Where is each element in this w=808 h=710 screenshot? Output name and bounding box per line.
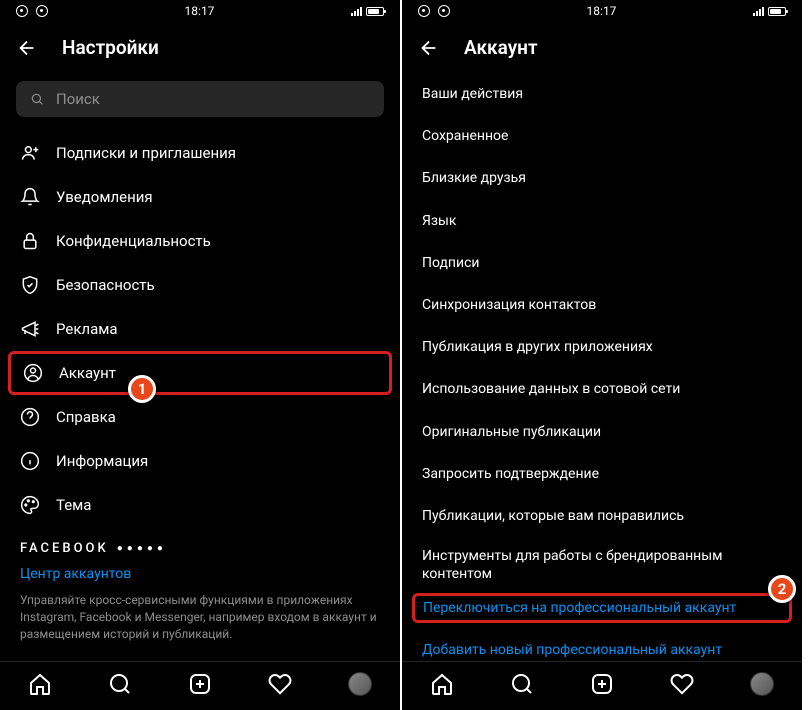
settings-item-label: Тема — [56, 496, 91, 514]
settings-item-label: Подписки и приглашения — [56, 144, 236, 162]
back-button[interactable] — [418, 37, 440, 59]
settings-item-label: Аккаунт — [59, 364, 116, 382]
account-item-sharing[interactable]: Публикация в других приложениях — [402, 326, 802, 368]
settings-item-info[interactable]: Информация — [0, 439, 400, 483]
status-time: 18:17 — [587, 4, 617, 18]
whatsapp-small-icon: ● — [147, 543, 153, 554]
settings-item-notifications[interactable]: Уведомления — [0, 175, 400, 219]
battery-icon — [366, 7, 384, 16]
status-bar: 18:17 — [0, 0, 400, 22]
header: Аккаунт — [402, 22, 802, 73]
nav-heart-icon[interactable] — [670, 672, 694, 696]
settings-item-label: Безопасность — [56, 276, 155, 294]
nav-search-icon[interactable] — [108, 672, 132, 696]
messenger-small-icon: ● — [127, 543, 133, 554]
settings-item-privacy[interactable]: Конфиденциальность — [0, 219, 400, 263]
search-icon — [30, 92, 44, 106]
bell-icon — [20, 187, 40, 207]
account-item-close-friends[interactable]: Близкие друзья — [402, 157, 802, 199]
viber-icon — [36, 5, 48, 17]
nav-home-icon[interactable] — [430, 672, 454, 696]
nav-profile-avatar[interactable] — [750, 672, 774, 696]
signal-icon — [753, 6, 764, 16]
account-item-activity[interactable]: Ваши действия — [402, 73, 802, 115]
shield-icon — [20, 275, 40, 295]
account-item-branded-content[interactable]: Инструменты для работы с брендированным … — [402, 537, 802, 593]
signal-icon — [351, 6, 362, 16]
nav-profile-avatar[interactable] — [348, 672, 372, 696]
back-button[interactable] — [16, 37, 38, 59]
account-screen: 18:17 Аккаунт Ваши действия Сохраненное … — [402, 0, 802, 710]
settings-item-label: Справка — [56, 408, 116, 426]
account-item-captions[interactable]: Подписи — [402, 242, 802, 284]
account-item-cellular-data[interactable]: Использование данных в сотовой сети — [402, 368, 802, 410]
footer-description: Управляйте кросс-сервисными функциями в … — [20, 592, 380, 642]
account-item-contact-sync[interactable]: Синхронизация контактов — [402, 284, 802, 326]
settings-item-ads[interactable]: Реклама — [0, 307, 400, 351]
settings-item-account[interactable]: Аккаунт — [8, 351, 392, 395]
page-title: Настройки — [62, 36, 159, 59]
account-item-liked-posts[interactable]: Публикации, которые вам понравились — [402, 495, 802, 537]
account-item-language[interactable]: Язык — [402, 200, 802, 242]
battery-icon — [768, 7, 786, 16]
search-placeholder: Поиск — [56, 90, 100, 108]
facebook-brand: FACEBOOK ● ● ● ● ● — [20, 541, 380, 556]
account-item-switch-pro[interactable]: Переключиться на профессиональный аккаун… — [412, 593, 792, 623]
nav-home-icon[interactable] — [28, 672, 52, 696]
person-plus-icon — [20, 143, 40, 163]
annotation-marker-1: 1 — [128, 375, 156, 403]
settings-item-label: Реклама — [56, 320, 118, 338]
settings-item-label: Конфиденциальность — [56, 232, 211, 250]
viber-icon — [438, 5, 450, 17]
header: Настройки — [0, 22, 400, 73]
search-input[interactable]: Поиск — [16, 81, 384, 117]
facebook-small-icon: ● — [117, 543, 123, 554]
palette-icon — [20, 495, 40, 515]
nav-add-icon[interactable] — [590, 672, 614, 696]
nav-search-icon[interactable] — [510, 672, 534, 696]
bottom-nav — [402, 661, 802, 710]
info-icon — [20, 451, 40, 471]
account-item-add-pro[interactable]: Добавить новый профессиональный аккаунт — [402, 629, 802, 661]
megaphone-icon — [20, 319, 40, 339]
instagram-small-icon: ● — [137, 543, 143, 554]
settings-item-label: Информация — [56, 452, 148, 470]
settings-screen: 18:17 Настройки Поиск Подписки и приглаш… — [0, 0, 400, 710]
account-item-request-verification[interactable]: Запросить подтверждение — [402, 453, 802, 495]
help-icon — [20, 407, 40, 427]
accounts-center-link[interactable]: Центр аккаунтов — [20, 566, 380, 582]
nav-add-icon[interactable] — [188, 672, 212, 696]
oculus-small-icon: ● — [157, 543, 163, 554]
footer-section: FACEBOOK ● ● ● ● ● Центр аккаунтов Управ… — [0, 527, 400, 648]
settings-item-subscriptions[interactable]: Подписки и приглашения — [0, 131, 400, 175]
account-item-original-posts[interactable]: Оригинальные публикации — [402, 411, 802, 453]
lock-icon — [20, 231, 40, 251]
settings-item-security[interactable]: Безопасность — [0, 263, 400, 307]
settings-item-theme[interactable]: Тема — [0, 483, 400, 527]
status-bar: 18:17 — [402, 0, 802, 22]
settings-list: Подписки и приглашения Уведомления Конфи… — [0, 131, 400, 661]
settings-item-label: Уведомления — [56, 188, 153, 206]
viber-icon — [418, 5, 430, 17]
bottom-nav — [0, 661, 400, 710]
account-item-saved[interactable]: Сохраненное — [402, 115, 802, 157]
page-title: Аккаунт — [464, 36, 538, 59]
settings-item-help[interactable]: Справка — [0, 395, 400, 439]
status-time: 18:17 — [185, 4, 215, 18]
account-list: Ваши действия Сохраненное Близкие друзья… — [402, 73, 802, 661]
user-circle-icon — [23, 363, 43, 383]
viber-icon — [16, 5, 28, 17]
nav-heart-icon[interactable] — [268, 672, 292, 696]
